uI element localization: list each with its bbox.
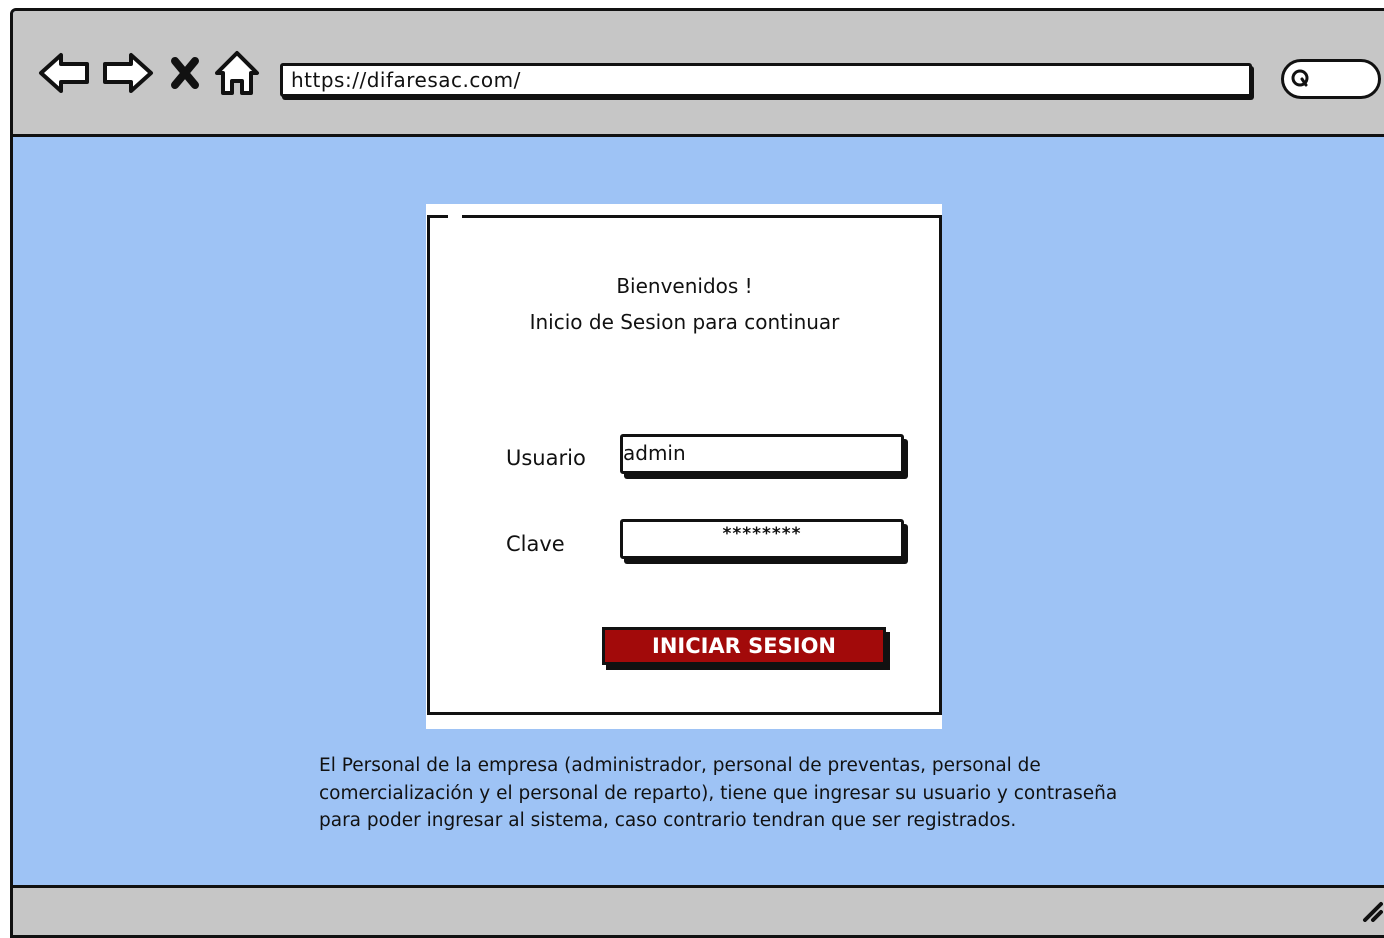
username-field[interactable]: admin xyxy=(620,434,904,474)
home-icon[interactable] xyxy=(213,47,261,99)
card-notch xyxy=(448,213,462,219)
password-field[interactable]: ******** xyxy=(620,519,904,559)
username-label: Usuario xyxy=(506,446,586,470)
status-bar xyxy=(13,885,1384,935)
search-icon xyxy=(1291,69,1309,87)
url-text: https://difaresac.com/ xyxy=(291,68,521,92)
password-value: ******** xyxy=(722,524,802,544)
back-arrow-icon[interactable] xyxy=(37,47,93,99)
username-value: admin xyxy=(623,441,686,465)
search-box[interactable] xyxy=(1281,59,1381,99)
address-bar[interactable]: https://difaresac.com/ xyxy=(280,63,1252,97)
forward-arrow-icon[interactable] xyxy=(99,47,155,99)
browser-toolbar: https://difaresac.com/ xyxy=(13,11,1384,137)
close-x-icon[interactable] xyxy=(165,47,205,99)
login-card: Bienvenidos ! Inicio de Sesion para cont… xyxy=(427,215,942,715)
resize-grip-icon[interactable] xyxy=(1359,898,1383,922)
password-label: Clave xyxy=(506,532,565,556)
login-button[interactable]: INICIAR SESION xyxy=(602,627,886,665)
access-instructions: El Personal de la empresa (administrador… xyxy=(319,755,1118,831)
welcome-heading: Bienvenidos ! xyxy=(616,274,753,298)
login-subtitle: Inicio de Sesion para continuar xyxy=(529,310,840,334)
